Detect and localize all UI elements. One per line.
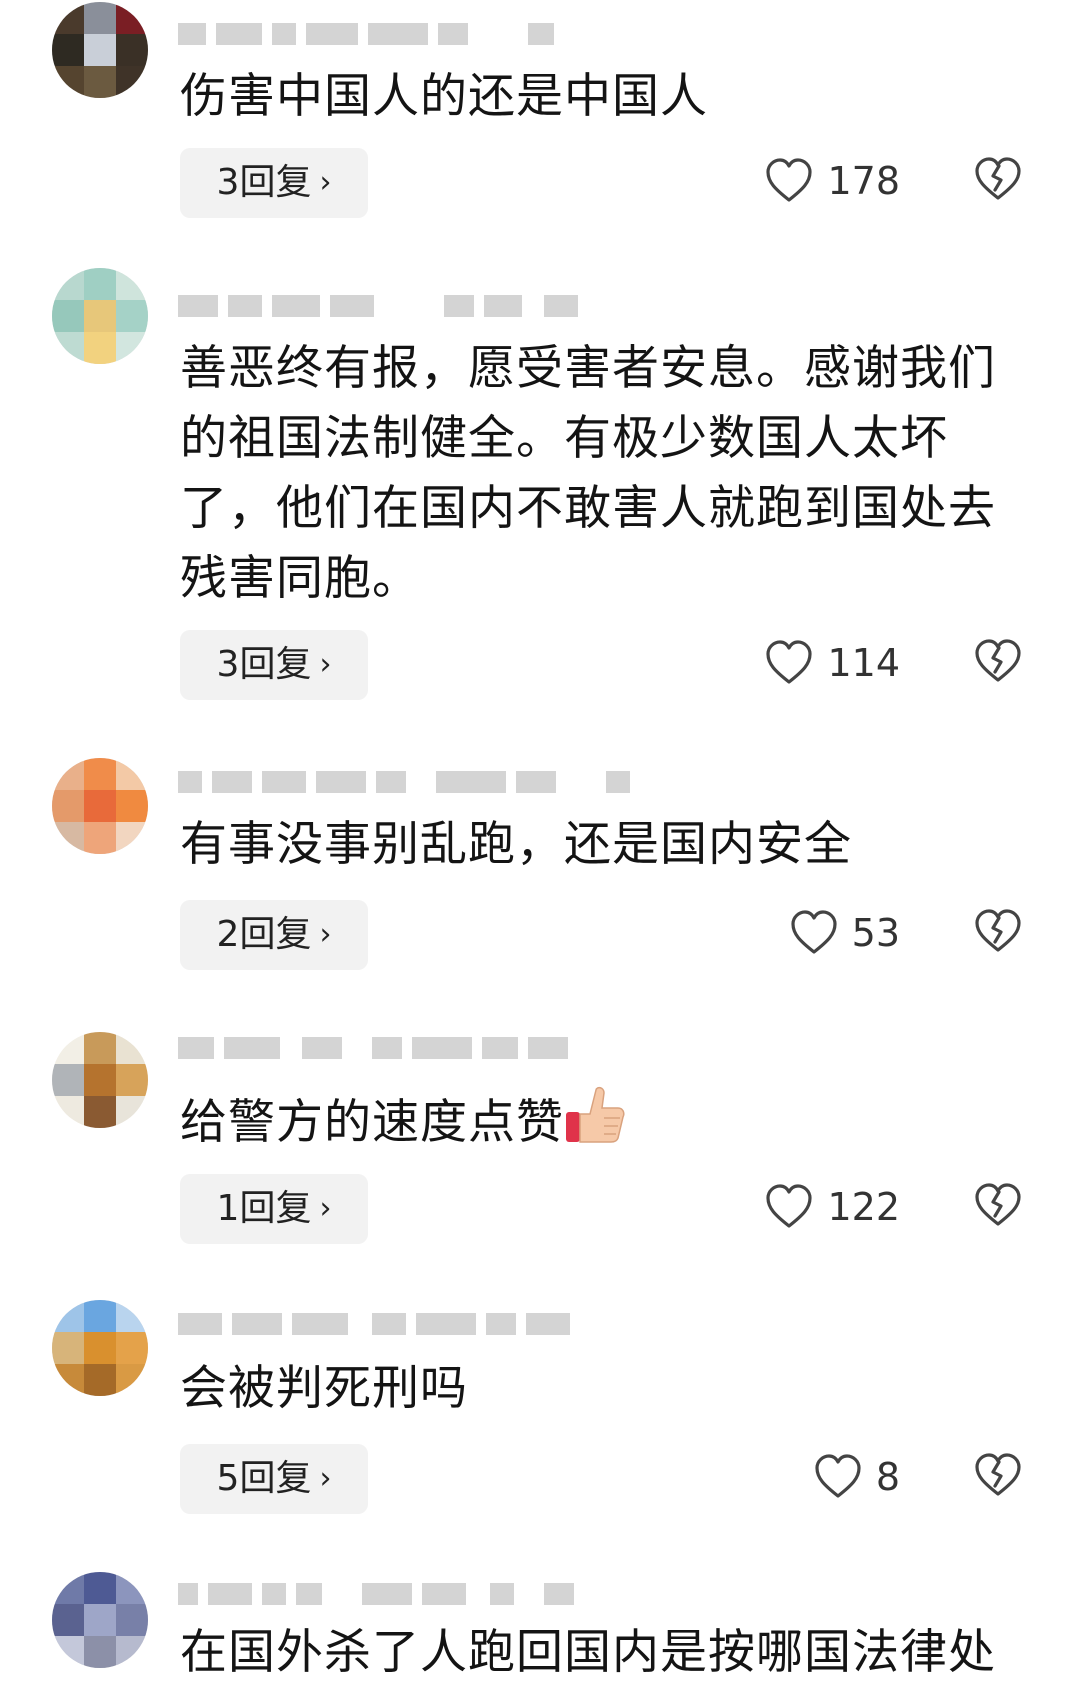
username-redacted [178,1582,574,1606]
like-button[interactable]: 8 [814,1442,900,1512]
view-replies-button[interactable]: 1回复 › [180,1174,368,1244]
comment-text: 善恶终有报，愿受害者安息。感谢我们的祖国法制健全。有极少数国人太坏了，他们在国内… [180,341,996,606]
heart-outline-icon [766,640,813,684]
view-replies-button[interactable]: 3回复 › [180,630,368,700]
avatar[interactable] [52,758,148,854]
view-replies-button[interactable]: 5回复 › [180,1444,368,1514]
like-count: 53 [851,911,900,955]
replies-label: 3回复 [216,644,312,685]
thumbs-up-icon [566,1086,625,1143]
comment-text-content: 给警方的速度点赞 [180,1095,564,1150]
like-button[interactable]: 53 [790,898,900,968]
broken-heart-icon[interactable] [974,908,1022,956]
chevron-right-icon: › [319,917,332,952]
username-redacted [178,294,578,318]
comment-text: 有事没事别乱跑，还是国内安全 [180,817,852,872]
comment-text: 给警方的速度点赞 [180,1084,1010,1158]
like-count: 114 [827,641,900,685]
like-count: 178 [827,159,900,203]
heart-outline-icon [815,1454,861,1498]
heart-outline-icon [766,1184,813,1228]
comment-text: 在国外杀了人跑回国内是按哪国法律处 [180,1625,996,1680]
username-redacted [178,770,630,794]
like-button[interactable]: 122 [765,1172,900,1242]
chevron-right-icon: › [319,1191,332,1226]
avatar[interactable] [52,1032,148,1128]
like-count: 8 [875,1455,900,1499]
broken-heart-icon[interactable] [974,1182,1022,1230]
view-replies-button[interactable]: 3回复 › [180,148,368,218]
replies-label: 1回复 [216,1188,312,1229]
view-replies-button[interactable]: 2回复 › [180,900,368,970]
like-count: 122 [827,1185,900,1229]
comment-text: 伤害中国人的还是中国人 [180,69,708,124]
replies-label: 3回复 [216,162,312,203]
broken-heart-icon[interactable] [974,156,1022,204]
chevron-right-icon: › [319,165,332,200]
like-button[interactable]: 178 [765,146,900,216]
comment-text: 会被判死刑吗 [180,1361,468,1416]
username-redacted [178,1312,570,1336]
username-redacted [178,22,554,46]
broken-heart-icon[interactable] [974,1452,1022,1500]
chevron-right-icon: › [319,647,332,682]
avatar[interactable] [52,268,148,364]
broken-heart-icon[interactable] [974,638,1022,686]
avatar[interactable] [52,1300,148,1396]
username-redacted [178,1036,568,1060]
like-button[interactable]: 114 [765,628,900,698]
avatar[interactable] [52,1572,148,1668]
replies-label: 2回复 [216,914,312,955]
heart-outline-icon [791,910,837,954]
chevron-right-icon: › [319,1461,332,1496]
avatar[interactable] [52,2,148,98]
heart-outline-icon [766,158,813,202]
replies-label: 5回复 [216,1458,312,1499]
